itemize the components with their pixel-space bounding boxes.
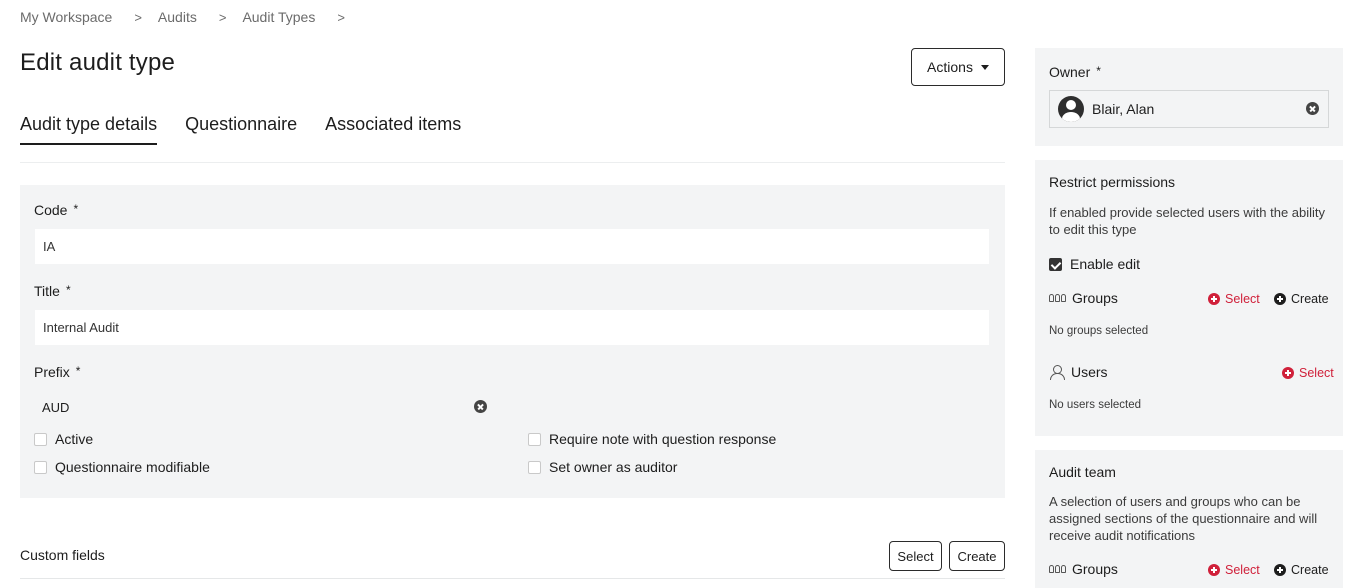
select-link-label: Select	[1225, 292, 1260, 306]
custom-fields-title: Custom fields	[20, 547, 105, 563]
code-input[interactable]: IA	[35, 229, 989, 264]
select-link-label: Select	[1225, 563, 1260, 577]
title-label: Title *	[34, 283, 71, 299]
select-link-label: Select	[1299, 366, 1334, 380]
breadcrumb: My Workspace > Audits > Audit Types >	[20, 9, 361, 25]
chevron-right-icon: >	[134, 9, 142, 25]
user-icon	[1049, 365, 1065, 380]
tab-audit-type-details[interactable]: Audit type details	[20, 114, 158, 145]
tab-questionnaire[interactable]: Questionnaire	[185, 114, 297, 145]
title-label-text: Title	[34, 283, 60, 299]
owner-select[interactable]: Blair, Alan	[1049, 90, 1329, 128]
custom-fields-select-button[interactable]: Select	[889, 541, 942, 571]
breadcrumb-my-workspace[interactable]: My Workspace	[20, 9, 112, 25]
plus-circle-icon	[1274, 564, 1286, 576]
title-input[interactable]: Internal Audit	[35, 310, 989, 345]
clear-prefix-icon[interactable]	[474, 400, 487, 413]
require-note-checkbox[interactable]: Require note with question response	[528, 431, 776, 447]
chevron-right-icon: >	[218, 9, 227, 25]
custom-fields-create-button[interactable]: Create	[949, 541, 1005, 571]
chevron-right-icon: >	[337, 9, 345, 25]
prefix-label: Prefix *	[34, 364, 80, 380]
restrict-users-select-link[interactable]: Select	[1282, 366, 1334, 380]
active-checkbox-label: Active	[55, 431, 94, 447]
custom-fields-divider	[20, 578, 1005, 579]
set-owner-auditor-label: Set owner as auditor	[549, 459, 678, 475]
active-checkbox[interactable]: Active	[34, 431, 93, 447]
questionnaire-modifiable-label: Questionnaire modifiable	[55, 459, 210, 475]
restrict-groups-row: Groups	[1049, 290, 1118, 306]
audit-team-description: A selection of users and groups who can …	[1049, 494, 1318, 543]
checkbox-checked[interactable]	[1049, 257, 1062, 271]
actions-label: Actions	[927, 59, 973, 75]
checkbox-box[interactable]	[528, 460, 541, 474]
restrict-permissions-title: Restrict permissions	[1049, 174, 1176, 190]
avatar	[1058, 96, 1084, 122]
checkbox-box[interactable]	[34, 460, 47, 474]
actions-dropdown-button[interactable]: Actions	[911, 48, 1005, 86]
create-link-label: Create	[1291, 292, 1329, 306]
enable-edit-label: Enable edit	[1070, 256, 1141, 272]
audit-team-title: Audit team	[1049, 464, 1116, 480]
code-label-text: Code	[34, 202, 68, 218]
breadcrumb-audit-types[interactable]: Audit Types	[242, 9, 315, 25]
restrict-groups-create-link[interactable]: Create	[1274, 292, 1329, 306]
audit-team-groups-label: Groups	[1072, 561, 1118, 577]
tab-bar: Audit type details Questionnaire Associa…	[20, 114, 461, 145]
plus-circle-icon	[1282, 367, 1294, 379]
no-users-note: No users selected	[1049, 399, 1142, 411]
audit-team-groups-select-link[interactable]: Select	[1208, 563, 1260, 577]
audit-team-groups-row: Groups	[1049, 561, 1118, 577]
required-mark: *	[1096, 64, 1101, 78]
create-link-label: Create	[1291, 563, 1329, 577]
questionnaire-modifiable-checkbox[interactable]: Questionnaire modifiable	[34, 459, 210, 475]
groups-icon	[1049, 294, 1066, 302]
required-mark: *	[75, 364, 81, 378]
set-owner-auditor-checkbox[interactable]: Set owner as auditor	[528, 459, 677, 475]
restrict-groups-label: Groups	[1072, 290, 1118, 306]
caret-down-icon	[980, 64, 989, 70]
checkbox-box[interactable]	[34, 432, 47, 446]
audit-team-panel: Audit team A selection of users and grou…	[1035, 450, 1343, 588]
tabs-divider	[20, 162, 1005, 163]
restrict-users-label: Users	[1071, 364, 1108, 380]
required-mark: *	[65, 283, 71, 297]
clear-owner-icon[interactable]	[1306, 102, 1319, 115]
prefix-label-text: Prefix	[34, 364, 70, 380]
required-mark: *	[73, 202, 79, 216]
owner-label-text: Owner	[1049, 64, 1091, 80]
owner-label: Owner *	[1049, 64, 1101, 80]
restrict-groups-select-link[interactable]: Select	[1208, 292, 1260, 306]
restrict-permissions-description: If enabled provide selected users with t…	[1049, 205, 1326, 237]
prefix-select[interactable]: AUD	[34, 389, 496, 425]
details-form: Code * IA Title * Internal Audit Prefix * A…	[20, 185, 1005, 498]
no-groups-note: No groups selected	[1049, 325, 1149, 337]
plus-circle-icon	[1208, 564, 1220, 576]
plus-circle-icon	[1274, 293, 1286, 305]
prefix-value: AUD	[42, 400, 70, 415]
audit-team-groups-create-link[interactable]: Create	[1274, 563, 1329, 577]
checkbox-box[interactable]	[528, 432, 541, 446]
plus-circle-icon	[1208, 293, 1220, 305]
tab-associated-items[interactable]: Associated items	[325, 114, 461, 145]
require-note-label: Require note with question response	[549, 431, 777, 447]
enable-edit-checkbox[interactable]: Enable edit	[1049, 256, 1140, 272]
groups-icon	[1049, 565, 1066, 573]
owner-name: Blair, Alan	[1092, 101, 1155, 117]
restrict-permissions-panel: Restrict permissions If enabled provide …	[1035, 160, 1343, 436]
breadcrumb-audits[interactable]: Audits	[158, 9, 197, 25]
page-title: Edit audit type	[20, 49, 176, 76]
owner-panel: Owner * Blair, Alan	[1035, 48, 1343, 146]
restrict-users-row: Users	[1049, 364, 1108, 380]
code-label: Code *	[34, 202, 78, 218]
